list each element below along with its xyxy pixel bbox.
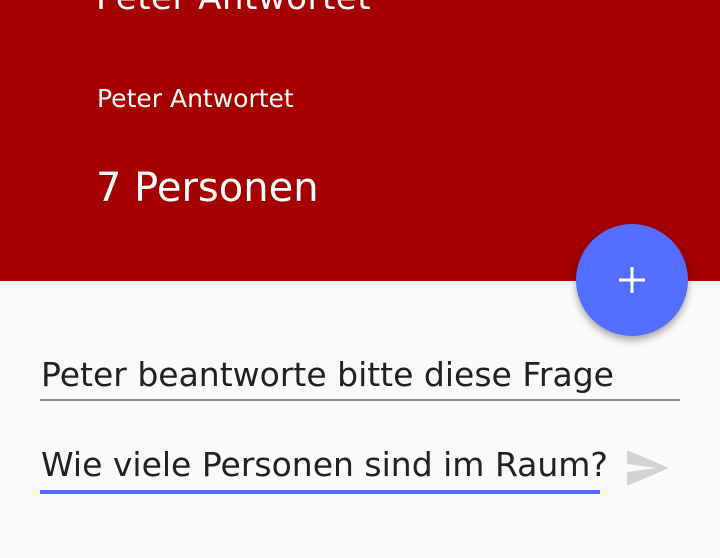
question-field-value: Peter beantworte bitte diese Frage — [41, 355, 614, 394]
header-subtitle: Peter Antwortet — [97, 84, 294, 113]
send-icon — [627, 450, 669, 486]
question-field-underline — [40, 399, 680, 401]
plus-icon — [619, 267, 645, 293]
add-button[interactable] — [576, 224, 688, 336]
app-screen: Peter Antwortet Peter Antwortet 7 Person… — [0, 0, 720, 558]
header-clipped-title: Peter Antwortet — [96, 0, 371, 18]
header-headline: 7 Personen — [96, 165, 319, 211]
answer-input-underline — [40, 490, 600, 494]
question-field[interactable]: Peter beantworte bitte diese Frage — [40, 354, 680, 396]
answer-input-value: Wie viele Personen sind im Raum? — [41, 445, 608, 484]
answer-input[interactable]: Wie viele Personen sind im Raum? — [40, 444, 608, 486]
send-button[interactable] — [625, 448, 671, 488]
